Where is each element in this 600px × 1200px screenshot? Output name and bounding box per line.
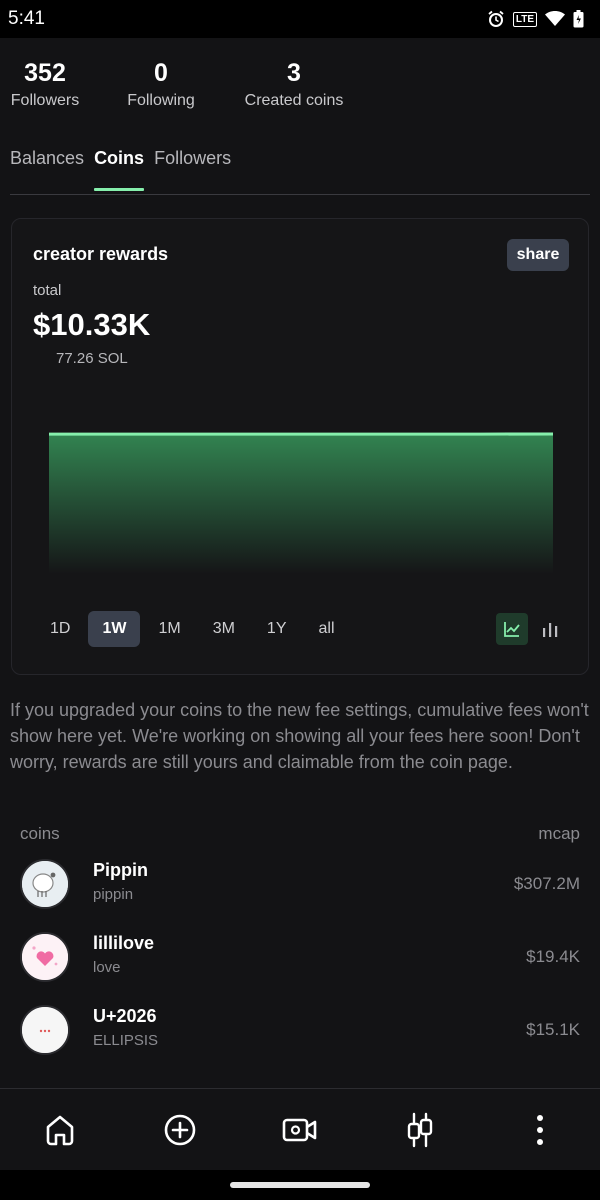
coin-row-u2026[interactable]: U+2026 ELLIPSIS $15.1K <box>20 1004 580 1058</box>
line-chart-icon[interactable] <box>496 613 528 645</box>
video-icon[interactable] <box>270 1100 330 1160</box>
wifi-icon <box>545 11 565 27</box>
coin-ticker: love <box>93 959 121 976</box>
profile-stats: 352 Followers 0 Following 3 Created coin… <box>0 56 600 120</box>
stat-value: 0 <box>154 59 168 87</box>
stat-followers[interactable]: 352 Followers <box>10 56 80 112</box>
range-all[interactable]: all <box>305 611 349 647</box>
coin-name: lillilove <box>93 933 155 953</box>
stat-created-coins[interactable]: 3 Created coins <box>242 56 346 112</box>
stat-label: Followers <box>10 92 80 109</box>
coin-ticker: pippin <box>93 886 134 903</box>
profile-tabs: Balances Coins Followers <box>10 144 231 191</box>
coin-avatar <box>20 932 70 982</box>
card-title: creator rewards <box>33 244 169 264</box>
coins-header: coins mcap <box>20 824 580 844</box>
home-icon[interactable] <box>30 1100 90 1160</box>
status-icons: LTE <box>487 10 584 28</box>
coin-avatar <box>20 859 70 909</box>
tab-balances[interactable]: Balances <box>10 144 84 190</box>
coin-mcap: $19.4K <box>526 947 580 966</box>
coin-mcap: $307.2M <box>513 874 580 893</box>
bottom-nav <box>0 1088 600 1171</box>
alarm-icon <box>487 10 505 28</box>
mcap-header-label: mcap <box>538 824 580 843</box>
volte-icon: LTE <box>512 11 537 27</box>
range-3m[interactable]: 3M <box>199 611 249 647</box>
coin-name: Pippin <box>93 860 148 880</box>
stat-value: 3 <box>287 59 301 87</box>
stat-label: Following <box>127 92 195 109</box>
range-1m[interactable]: 1M <box>144 611 194 647</box>
battery-icon <box>573 10 584 28</box>
tabs-divider <box>10 194 590 195</box>
tab-coins[interactable]: Coins <box>94 144 145 191</box>
status-time: 5:41 <box>8 8 45 29</box>
tab-followers[interactable]: Followers <box>154 144 231 190</box>
gesture-bar <box>0 1170 600 1200</box>
coin-mcap: $15.1K <box>526 1020 580 1039</box>
chart-area <box>49 434 553 574</box>
creator-rewards-card: creator rewards share total $10.33K 77.2… <box>11 218 589 675</box>
coins-header-label: coins <box>20 824 60 843</box>
coin-row-lillilove[interactable]: lillilove love $19.4K <box>20 931 580 985</box>
total-sol: 77.26 SOL <box>56 350 128 367</box>
rewards-chart[interactable] <box>49 424 553 574</box>
range-1y[interactable]: 1Y <box>253 611 301 647</box>
stat-label: Created coins <box>244 92 344 109</box>
create-icon[interactable] <box>150 1100 210 1160</box>
fee-notice: If you upgraded your coins to the new fe… <box>10 700 589 772</box>
stat-value: 352 <box>24 59 66 87</box>
status-bar: 5:41 LTE <box>0 0 600 38</box>
coin-ticker: ELLIPSIS <box>93 1032 159 1049</box>
stat-following[interactable]: 0 Following <box>125 56 197 112</box>
home-pill[interactable] <box>230 1182 370 1188</box>
range-1d[interactable]: 1D <box>36 611 84 647</box>
total-usd: $10.33K <box>33 307 151 342</box>
coin-avatar <box>20 1005 70 1055</box>
range-1w[interactable]: 1W <box>88 611 141 647</box>
trade-icon[interactable] <box>390 1100 450 1160</box>
coin-row-pippin[interactable]: Pippin pippin $307.2M <box>20 858 580 912</box>
range-selector: 1D 1W 1M 3M 1Y all <box>36 611 353 647</box>
share-button[interactable]: share <box>507 239 569 271</box>
total-label: total <box>33 282 62 299</box>
coin-name: U+2026 <box>93 1006 157 1026</box>
bar-chart-icon[interactable] <box>534 613 566 645</box>
more-icon[interactable] <box>510 1100 570 1160</box>
